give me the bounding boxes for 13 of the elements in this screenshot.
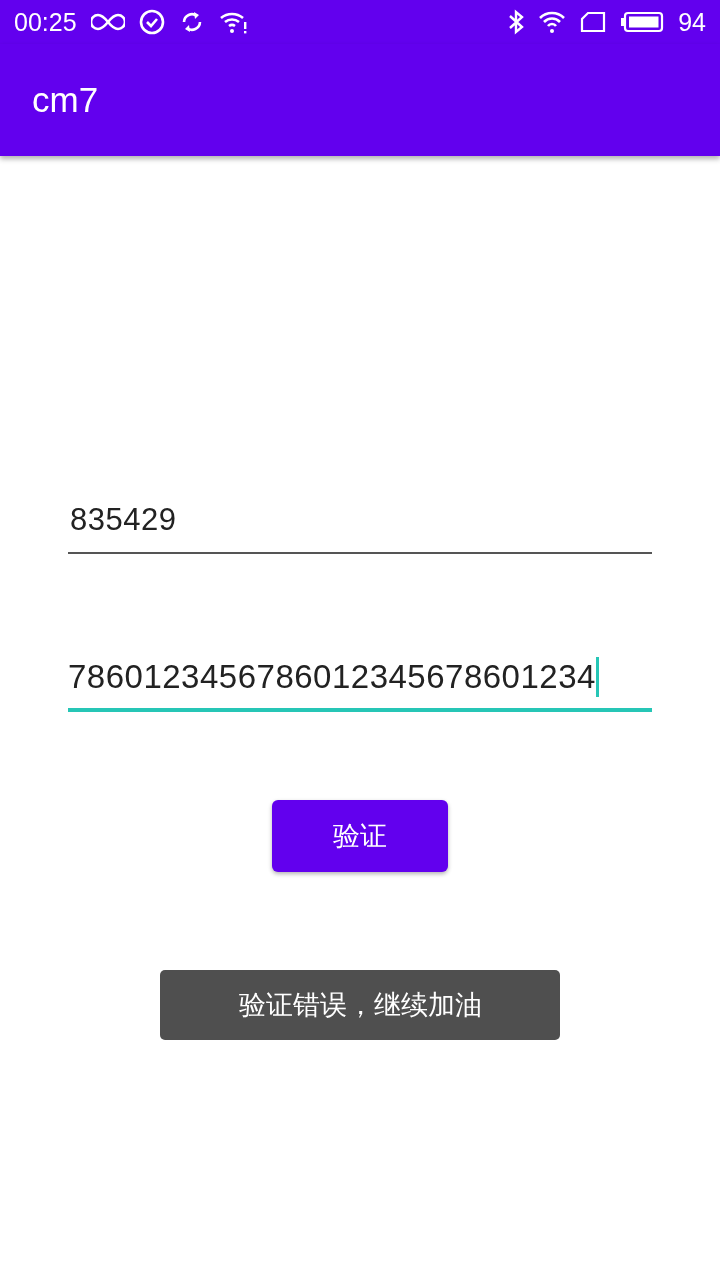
battery-icon (620, 11, 665, 33)
bluetooth-icon (508, 9, 525, 35)
input-field[interactable]: 7860123456786012345678601234 (68, 646, 652, 712)
verify-button[interactable]: 验证 (272, 800, 448, 872)
battery-level: 94 (678, 7, 706, 37)
infinity-icon (90, 12, 125, 32)
wifi-icon (538, 10, 567, 34)
status-time: 00:25 (14, 7, 77, 37)
toast-message: 验证错误，继续加油 (160, 970, 560, 1040)
input-field[interactable]: 835429 (68, 488, 652, 554)
sim-card-icon (580, 11, 607, 33)
app-title: cm7 (32, 80, 99, 120)
check-circle-icon (138, 9, 165, 35)
